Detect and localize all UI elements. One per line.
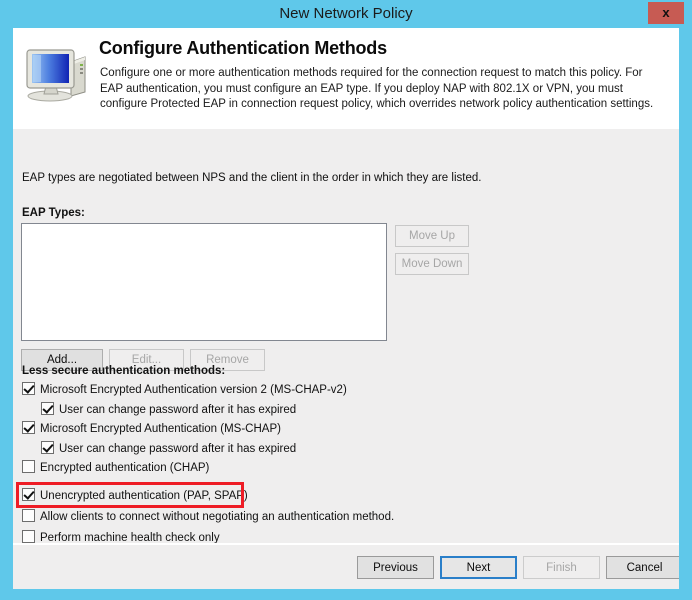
checkbox-label: User can change password after it has ex… xyxy=(59,442,297,455)
cancel-button[interactable]: Cancel xyxy=(606,556,679,579)
checkbox-box[interactable] xyxy=(22,421,35,434)
checkbox-chap[interactable]: Encrypted authentication (CHAP) xyxy=(22,460,209,476)
checkbox-box[interactable] xyxy=(41,402,54,415)
new-network-policy-window: New Network Policy x Configure Authentic… xyxy=(0,0,692,600)
window-title: New Network Policy xyxy=(279,5,413,22)
checkbox-allow-no-negotiation[interactable]: Allow clients to connect without negotia… xyxy=(22,509,394,525)
page-description: Configure one or more authentication met… xyxy=(100,67,654,110)
page-title: Configure Authentication Methods xyxy=(99,38,387,58)
eap-types-listbox[interactable] xyxy=(21,223,387,341)
dialog-footer: Previous Next Finish Cancel xyxy=(13,545,679,589)
computer-monitor-icon xyxy=(26,49,86,102)
previous-button[interactable]: Previous xyxy=(357,556,434,579)
move-up-button[interactable]: Move Up xyxy=(395,225,469,247)
finish-button[interactable]: Finish xyxy=(523,556,600,579)
checkbox-pap-spap[interactable]: Unencrypted authentication (PAP, SPAP) xyxy=(22,488,248,504)
checkbox-change-password-mschapv2[interactable]: User can change password after it has ex… xyxy=(41,402,296,418)
checkbox-box[interactable] xyxy=(22,488,35,501)
checkbox-label: Unencrypted authentication (PAP, SPAP) xyxy=(40,489,248,502)
checkbox-label: Microsoft Encrypted Authentication versi… xyxy=(40,383,347,396)
checkbox-ms-chap[interactable]: Microsoft Encrypted Authentication (MS-C… xyxy=(22,421,281,437)
dialog-client-area: Configure Authentication Methods Configu… xyxy=(13,28,679,589)
less-secure-methods-label: Less secure authentication methods: xyxy=(22,365,226,377)
checkbox-box[interactable] xyxy=(41,441,54,454)
checkbox-label: User can change password after it has ex… xyxy=(59,403,297,416)
eap-types-label: EAP Types: xyxy=(22,207,85,219)
title-bar: New Network Policy x xyxy=(0,0,692,28)
checkbox-change-password-mschap[interactable]: User can change password after it has ex… xyxy=(41,441,296,457)
intro-text: EAP types are negotiated between NPS and… xyxy=(22,172,482,184)
close-icon[interactable]: x xyxy=(648,2,684,24)
header-band: Configure Authentication Methods Configu… xyxy=(13,28,679,129)
checkbox-box[interactable] xyxy=(22,509,35,522)
next-button[interactable]: Next xyxy=(440,556,517,579)
checkbox-label: Allow clients to connect without negotia… xyxy=(40,510,395,523)
checkbox-label: Microsoft Encrypted Authentication (MS-C… xyxy=(40,422,281,435)
checkbox-box[interactable] xyxy=(22,530,35,543)
move-down-button[interactable]: Move Down xyxy=(395,253,469,275)
checkbox-ms-chap-v2[interactable]: Microsoft Encrypted Authentication versi… xyxy=(22,382,347,398)
checkbox-box[interactable] xyxy=(22,460,35,473)
checkbox-box[interactable] xyxy=(22,382,35,395)
dialog-body: EAP types are negotiated between NPS and… xyxy=(13,129,679,544)
checkbox-label: Encrypted authentication (CHAP) xyxy=(40,461,210,474)
